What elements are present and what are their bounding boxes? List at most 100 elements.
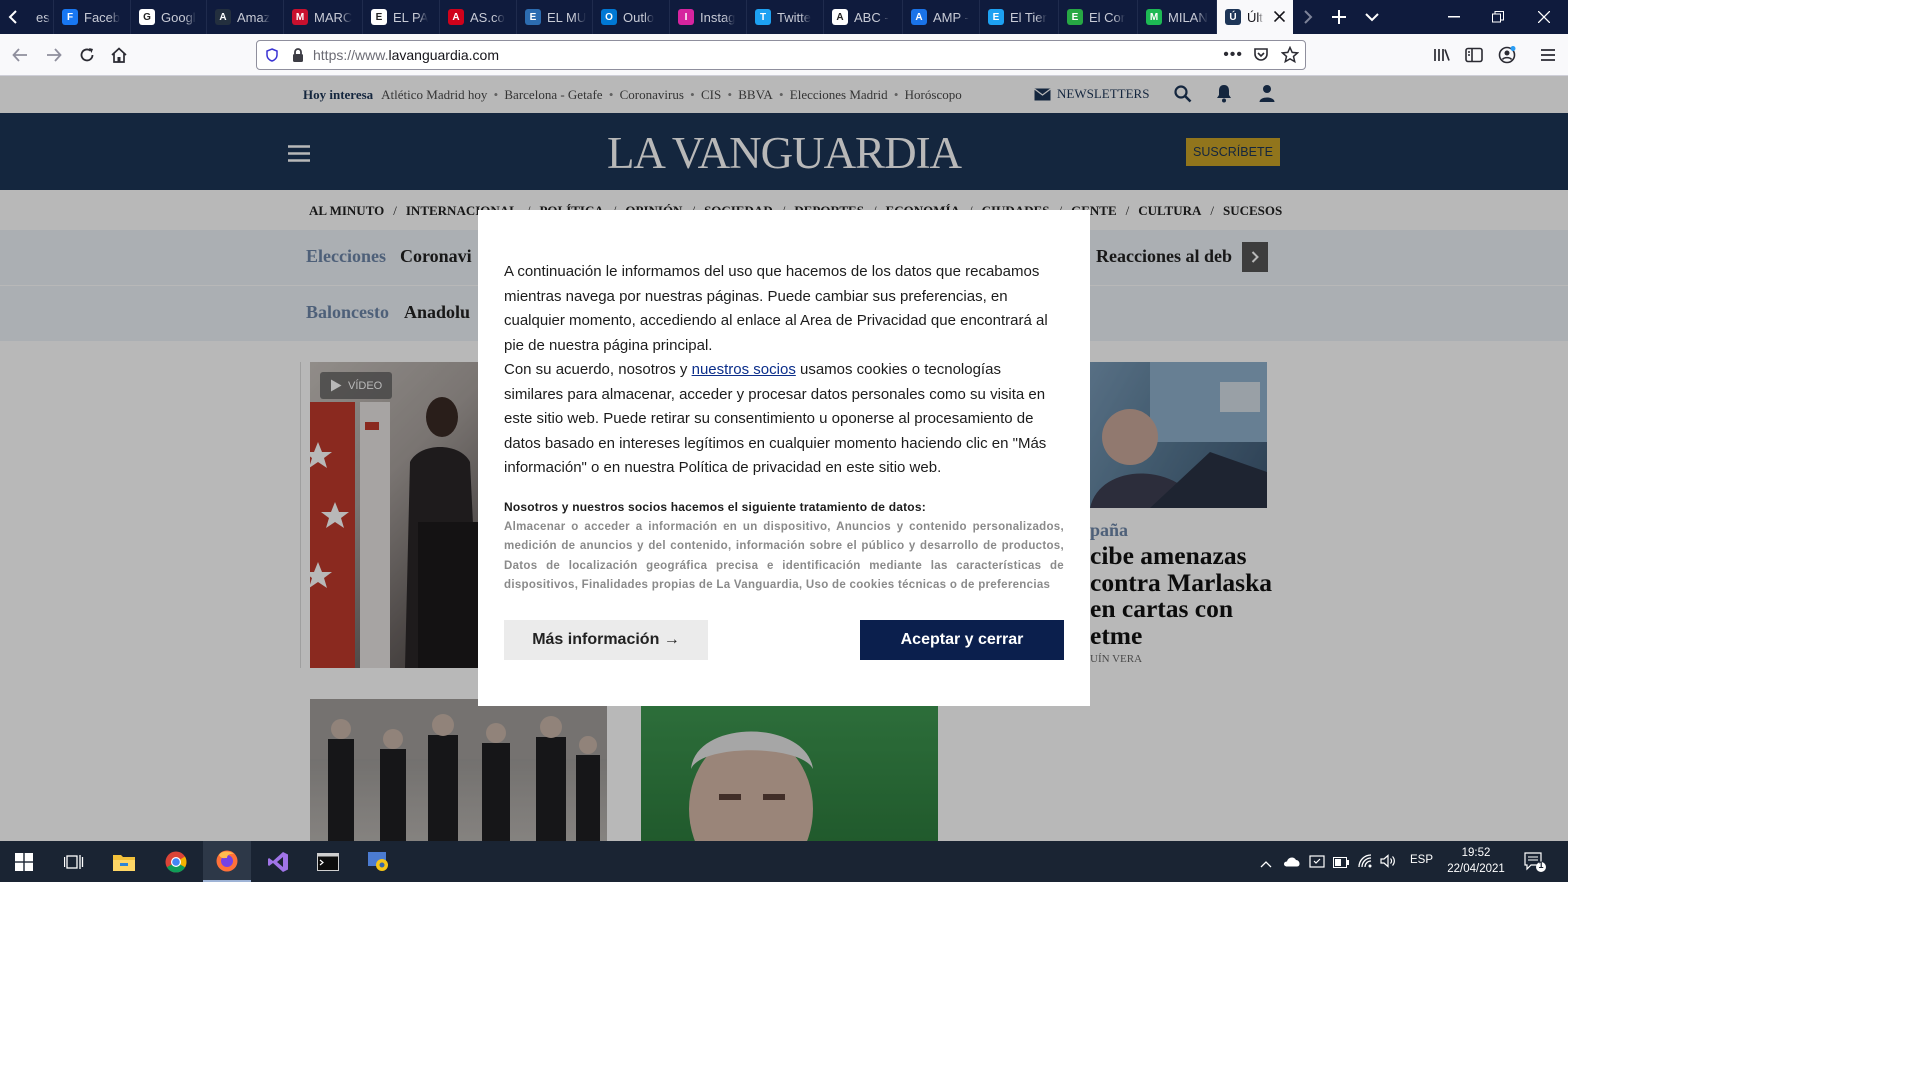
browser-tab[interactable]: G Googl xyxy=(131,0,207,34)
more-info-button[interactable]: Más información → xyxy=(504,620,708,660)
close-window-icon[interactable] xyxy=(1520,0,1568,34)
file-explorer-icon[interactable] xyxy=(100,841,148,882)
eltiempo-icon: E xyxy=(988,9,1004,25)
outlook-icon: O xyxy=(601,9,617,25)
wifi-icon[interactable] xyxy=(1357,853,1373,874)
security-center-icon[interactable] xyxy=(1309,853,1325,874)
library-icon[interactable] xyxy=(1428,41,1456,69)
processing-purposes-list: Almacenar o acceder a información en un … xyxy=(504,520,1064,592)
python-app-icon[interactable] xyxy=(355,841,403,882)
instagram-icon: I xyxy=(678,9,694,25)
lock-icon[interactable] xyxy=(291,48,305,62)
app-menu-icon[interactable] xyxy=(1534,41,1562,69)
browser-tab-label: EL MU xyxy=(547,9,587,25)
browser-tab[interactable]: es xyxy=(28,0,54,34)
amazon-icon: A xyxy=(215,9,231,25)
browser-tab[interactable]: A Amaz xyxy=(207,0,284,34)
onedrive-icon[interactable] xyxy=(1283,854,1301,872)
browser-tab-label: ABC - xyxy=(854,9,889,25)
browser-tab[interactable]: I Instag xyxy=(670,0,747,34)
browser-tab[interactable]: E El Tier xyxy=(980,0,1059,34)
browser-tab-label: El Cor xyxy=(1089,9,1126,25)
consent-second-paragraph: Con su acuerdo, nosotros y nuestros soci… xyxy=(504,358,1064,481)
browser-tab-label: Amaz xyxy=(237,9,271,25)
browser-tab[interactable]: E EL MU xyxy=(517,0,593,34)
browser-tab-label: Instag xyxy=(700,9,736,25)
browser-tab[interactable]: M MARC xyxy=(284,0,363,34)
browser-tab[interactable]: Ú Últ xyxy=(1217,0,1293,34)
browser-tab-label: El Tier xyxy=(1010,9,1047,25)
facebook-icon: F xyxy=(62,9,78,25)
reload-icon[interactable] xyxy=(73,41,101,69)
browser-tab-label: AMP - xyxy=(933,9,969,25)
as-icon: A xyxy=(448,9,464,25)
browser-tab[interactable]: A ABC - xyxy=(824,0,903,34)
close-tab-icon[interactable] xyxy=(1273,10,1286,25)
browser-tab[interactable]: O Outlo xyxy=(593,0,670,34)
milanuncios-icon: M xyxy=(1146,9,1162,25)
browser-tab[interactable]: A AMP - xyxy=(903,0,980,34)
browser-tab[interactable]: A AS.co xyxy=(440,0,517,34)
cookie-consent-dialog: A continuación le informamos del uso que… xyxy=(478,210,1090,706)
back-icon[interactable] xyxy=(6,41,34,69)
browser-tab-label: Outlo xyxy=(623,9,655,25)
browser-tab[interactable]: M MILAN xyxy=(1138,0,1217,34)
page-actions-menu-icon[interactable]: ••• xyxy=(1223,46,1243,64)
home-icon[interactable] xyxy=(105,41,133,69)
browser-tab-label: AS.co xyxy=(470,9,505,25)
browser-tab-label: Googl xyxy=(161,9,196,25)
minimize-icon[interactable] xyxy=(1432,0,1476,34)
browser-tab[interactable]: F Faceb xyxy=(54,0,131,34)
volume-icon[interactable] xyxy=(1380,854,1396,873)
partners-link[interactable]: nuestros socios xyxy=(692,361,796,378)
action-center-icon[interactable]: 1 xyxy=(1524,852,1546,877)
list-all-tabs-icon[interactable] xyxy=(1358,0,1386,34)
tab-scroll-right-icon[interactable] xyxy=(1296,0,1320,34)
abc-icon: A xyxy=(832,9,848,25)
bookmark-star-icon[interactable] xyxy=(1280,45,1300,67)
notification-count: 1 xyxy=(1538,860,1544,870)
show-hidden-icons-icon[interactable] xyxy=(1260,855,1272,873)
browser-tab[interactable]: T Twitte xyxy=(747,0,824,34)
new-tab-icon[interactable] xyxy=(1325,0,1353,34)
task-view-icon[interactable] xyxy=(50,841,98,882)
browser-nav-bar: https://www.lavanguardia.com ••• xyxy=(0,34,1568,76)
visual-studio-icon[interactable] xyxy=(254,841,302,882)
tab-scroll-left-icon[interactable] xyxy=(0,0,28,34)
terminal-icon[interactable] xyxy=(304,841,352,882)
accept-and-close-button[interactable]: Aceptar y cerrar xyxy=(860,620,1064,660)
pocket-icon[interactable] xyxy=(1253,47,1269,66)
url-bar[interactable]: https://www.lavanguardia.com ••• xyxy=(256,40,1306,70)
sidebar-icon[interactable] xyxy=(1460,41,1488,69)
amp-icon: A xyxy=(911,9,927,25)
system-clock[interactable]: 19:52 22/04/2021 xyxy=(1444,845,1508,877)
windows-start-icon[interactable] xyxy=(0,841,48,882)
google-icon: G xyxy=(139,9,155,25)
firefox-icon[interactable] xyxy=(203,841,251,882)
twitter-icon: T xyxy=(755,9,771,25)
vanguardia-icon: Ú xyxy=(1225,9,1241,25)
globe-icon: E xyxy=(525,9,541,25)
processing-title: Nosotros y nuestros socios hacemos el si… xyxy=(504,499,926,514)
consent-intro-paragraph: A continuación le informamos del uso que… xyxy=(504,263,1048,354)
browser-tab-label: Twitte xyxy=(777,9,811,25)
url-prefix: https://www. xyxy=(313,47,389,63)
browser-tab-label: Faceb xyxy=(84,9,121,25)
elpais-icon: E xyxy=(371,9,387,25)
tracking-protection-shield-icon[interactable] xyxy=(263,48,281,62)
browser-tab-label: MILAN xyxy=(1168,9,1208,25)
browser-tab-label: es xyxy=(36,9,50,25)
account-icon[interactable] xyxy=(1493,41,1521,69)
battery-icon[interactable] xyxy=(1333,855,1349,873)
elcorreo-icon: E xyxy=(1067,9,1083,25)
language-indicator[interactable]: ESP xyxy=(1410,854,1433,866)
browser-tab-bar: es F Faceb G Googl A Amaz M MARC E EL PA A AS.co E EL … xyxy=(0,0,1568,34)
url-domain: lavanguardia.com xyxy=(388,47,499,63)
restore-icon[interactable] xyxy=(1476,0,1520,34)
browser-tab[interactable]: E EL PA xyxy=(363,0,440,34)
browser-tab[interactable]: E El Cor xyxy=(1059,0,1138,34)
chrome-icon[interactable] xyxy=(152,841,200,882)
forward-icon[interactable] xyxy=(40,41,68,69)
browser-tab-label: EL PA xyxy=(393,9,429,25)
consent-p2-before: Con su acuerdo, nosotros y xyxy=(504,361,692,378)
